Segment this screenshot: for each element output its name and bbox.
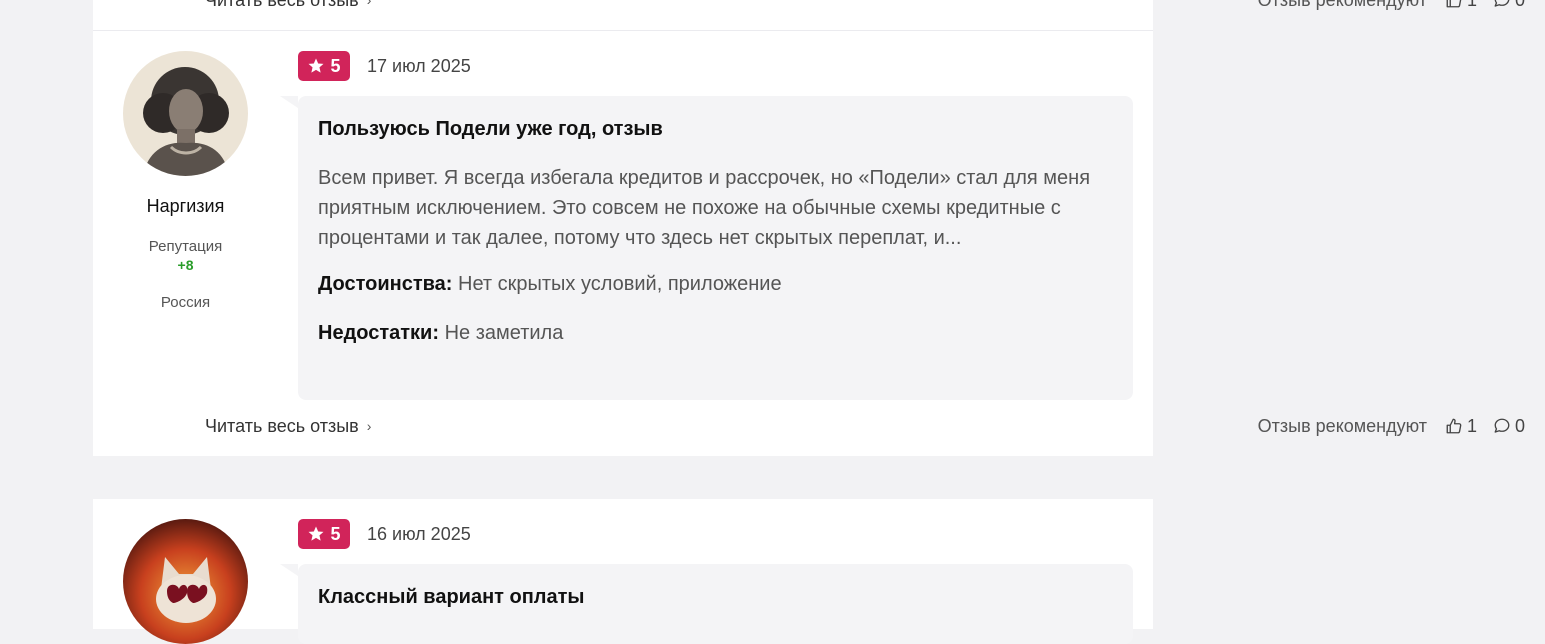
author-country: Россия: [160, 294, 211, 311]
cons-label: Недостатки:: [318, 322, 440, 344]
thumbs-up-icon: [1446, 0, 1462, 8]
review-footer: Читать весь отзыв › Отзыв рекомендуют 1 …: [205, 0, 1525, 12]
review-footer: Читать весь отзыв › Отзыв рекомендуют 1 …: [205, 414, 1525, 438]
read-full-review-link[interactable]: Читать весь отзыв ›: [205, 416, 371, 437]
review-body: Классный вариант оплаты: [280, 564, 1133, 644]
review-title[interactable]: Пользуюсь Подели уже год, отзыв: [318, 118, 1113, 141]
like-button[interactable]: 1: [1445, 0, 1477, 11]
chevron-right-icon: ›: [366, 0, 372, 8]
reputation-value: +8: [177, 257, 194, 273]
comment-icon: [1494, 0, 1510, 7]
review-title[interactable]: Классный вариант оплаты: [318, 586, 1113, 609]
avatar[interactable]: [123, 519, 248, 644]
read-full-review-link[interactable]: Читать весь отзыв ›: [205, 0, 371, 11]
pros-label: Достоинства:: [318, 273, 453, 295]
star-icon: [308, 526, 324, 541]
review-body: Пользуюсь Подели уже год, отзыв Всем при…: [280, 96, 1133, 400]
author-name[interactable]: Наргизия: [93, 196, 278, 217]
read-full-review-label: Читать весь отзыв: [205, 415, 359, 436]
read-full-review-label: Читать весь отзыв: [205, 0, 359, 11]
pros-text: Нет скрытых условий, приложение: [458, 273, 782, 295]
review-date: 16 июл 2025: [367, 524, 471, 544]
avatar[interactable]: [123, 51, 248, 176]
review-card: 5 16 июл 2025 Классный вариант оплаты: [93, 499, 1153, 644]
recommend-label: Отзыв рекомендуют: [1257, 415, 1427, 436]
chevron-right-icon: ›: [366, 418, 372, 434]
rating-badge: 5: [298, 51, 350, 81]
star-icon: [308, 58, 324, 73]
comments-count: 0: [1515, 0, 1525, 11]
comments-count: 0: [1514, 415, 1525, 436]
cons-text: Не заметила: [444, 322, 564, 344]
review-card: Наргизия Репутация +8 Россия 5 17 июл 20…: [93, 31, 1153, 456]
rating-badge: 5: [298, 519, 350, 549]
likes-count: 1: [1467, 0, 1477, 11]
reputation-label: Репутация: [148, 238, 223, 255]
rating-value: 5: [330, 55, 341, 76]
review-pros: Достоинства: Нет скрытых условий, прилож…: [318, 273, 1113, 296]
review-text: Всем привет. Я всегда избегала кредитов …: [318, 167, 1091, 249]
comments-button[interactable]: 0: [1493, 416, 1525, 437]
like-button[interactable]: 1: [1445, 416, 1477, 437]
card-divider: [93, 30, 1153, 31]
recommend-label: Отзыв рекомендуют: [1258, 0, 1427, 11]
thumbs-up-icon: [1446, 418, 1462, 434]
likes-count: 1: [1466, 415, 1477, 436]
rating-value: 5: [330, 523, 341, 544]
comments-button[interactable]: 0: [1493, 0, 1525, 11]
review-cons: Недостатки: Не заметила: [318, 322, 1113, 345]
comment-icon: [1494, 418, 1510, 433]
review-date: 17 июл 2025: [367, 56, 471, 76]
